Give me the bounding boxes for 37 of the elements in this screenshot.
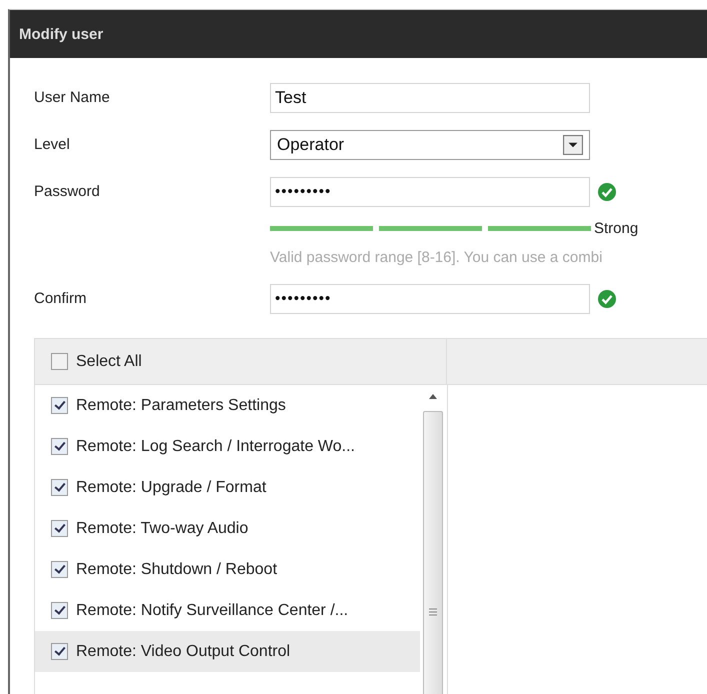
permission-label: Remote: Upgrade / Format — [76, 478, 266, 496]
field-label: Password — [34, 183, 101, 200]
permission-item[interactable]: Remote: Log Search / Interrogate Wo... — [35, 426, 420, 467]
checkbox[interactable] — [51, 397, 68, 414]
scrollbar-thumb[interactable] — [423, 411, 443, 694]
field-label: Level — [34, 136, 71, 153]
checkbox[interactable] — [51, 353, 68, 370]
permission-label: Remote: Video Output Control — [76, 642, 290, 660]
permission-label: Remote: Notify Surveillance Center /... — [76, 602, 348, 620]
input-field[interactable]: Test — [270, 82, 590, 112]
field-label: User Name — [34, 89, 111, 106]
checkbox[interactable] — [51, 479, 68, 496]
permission-item[interactable]: Remote: Video Output Control — [35, 631, 420, 672]
checkbox[interactable] — [51, 438, 68, 455]
password-field[interactable]: ••••••••• — [270, 176, 590, 206]
password-field[interactable]: ••••••••• — [270, 284, 590, 314]
strength-label: Strong — [594, 220, 638, 236]
permission-item[interactable]: Remote: Upgrade / Format — [35, 467, 420, 508]
permission-item[interactable]: Remote: Two-way Audio — [35, 508, 420, 549]
field-label: Confirm — [34, 290, 88, 307]
permission-item[interactable]: Remote: Shutdown / Reboot — [35, 549, 420, 590]
dialog-title: Modify user — [19, 26, 104, 42]
checkbox[interactable] — [51, 643, 68, 660]
level-dropdown[interactable]: Operator — [270, 130, 590, 160]
permission-item[interactable]: Remote: Notify Surveillance Center /... — [35, 590, 420, 631]
checkbox[interactable] — [51, 561, 68, 578]
checkbox[interactable] — [51, 520, 68, 537]
permission-label: Remote: Parameters Settings — [76, 396, 286, 414]
permission-label: Remote: Log Search / Interrogate Wo... — [76, 438, 355, 456]
scroll-up-icon[interactable] — [428, 393, 438, 399]
password-hint: Valid password range [8-16]. You can use a combi — [270, 248, 604, 268]
permission-label: Remote: Two-way Audio — [76, 520, 248, 538]
grip-icon — [429, 608, 437, 616]
permission-item[interactable]: Remote: Parameters Settings — [35, 385, 420, 426]
checkbox[interactable] — [51, 602, 68, 619]
permission-label: Remote: Shutdown / Reboot — [76, 560, 278, 578]
select-all-label: Select All — [76, 352, 142, 370]
